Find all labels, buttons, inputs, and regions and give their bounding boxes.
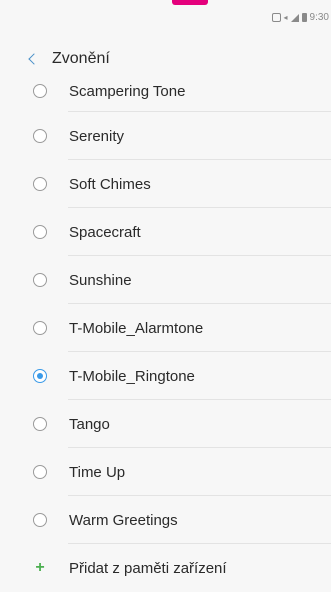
- ringtone-label: T-Mobile_Ringtone: [69, 367, 195, 385]
- radio-button[interactable]: [33, 513, 47, 527]
- radio-button[interactable]: [33, 129, 47, 143]
- ringtone-label: Soft Chimes: [69, 175, 151, 193]
- radio-button[interactable]: [33, 84, 47, 98]
- radio-button[interactable]: [33, 417, 47, 431]
- radio-button[interactable]: [33, 465, 47, 479]
- ringtone-item[interactable]: Soft Chimes: [0, 160, 331, 208]
- status-time: 9:30: [309, 12, 329, 23]
- radio-button[interactable]: [33, 225, 47, 239]
- signal-icon: [290, 13, 299, 22]
- plus-icon: +: [35, 559, 45, 576]
- ringtone-item[interactable]: Warm Greetings: [0, 496, 331, 544]
- ringtone-item[interactable]: T-Mobile_Alarmtone: [0, 304, 331, 352]
- ringtone-item[interactable]: Sunshine: [0, 256, 331, 304]
- add-from-device-item[interactable]: + Přidat z paměti zařízení: [0, 544, 331, 592]
- ringtone-label: Sunshine: [69, 271, 132, 289]
- ringtone-item[interactable]: Scampering Tone: [0, 70, 331, 112]
- ringtone-label: Time Up: [69, 463, 126, 481]
- volume-icon: ◂: [283, 13, 288, 22]
- ringtone-label: Spacecraft: [69, 223, 141, 241]
- ringtone-item[interactable]: Serenity: [0, 112, 331, 160]
- ringtone-item[interactable]: Tango: [0, 400, 331, 448]
- chevron-left-icon[interactable]: [28, 53, 40, 65]
- nfc-icon: [271, 13, 281, 22]
- status-bar: ◂ 9:30: [0, 0, 331, 34]
- ringtone-item[interactable]: Spacecraft: [0, 208, 331, 256]
- radio-button[interactable]: [33, 321, 47, 335]
- radio-button-checked[interactable]: [33, 369, 47, 383]
- status-icons: ◂ 9:30: [271, 12, 329, 23]
- add-from-device-label: Přidat z paměti zařízení: [69, 559, 227, 577]
- ringtone-label: Scampering Tone: [69, 82, 186, 100]
- page-title: Zvonění: [52, 50, 110, 67]
- ringtone-label: Tango: [69, 415, 110, 433]
- ringtone-label: Serenity: [69, 127, 125, 145]
- battery-icon: [301, 13, 307, 22]
- ringtone-item-selected[interactable]: T-Mobile_Ringtone: [0, 352, 331, 400]
- ringtone-label: T-Mobile_Alarmtone: [69, 319, 204, 337]
- radio-button[interactable]: [33, 177, 47, 191]
- radio-button[interactable]: [33, 273, 47, 287]
- ringtone-label: Warm Greetings: [69, 511, 178, 529]
- ringtone-item[interactable]: Time Up: [0, 448, 331, 496]
- ringtone-list: Scampering Tone Serenity Soft Chimes Spa…: [0, 70, 331, 592]
